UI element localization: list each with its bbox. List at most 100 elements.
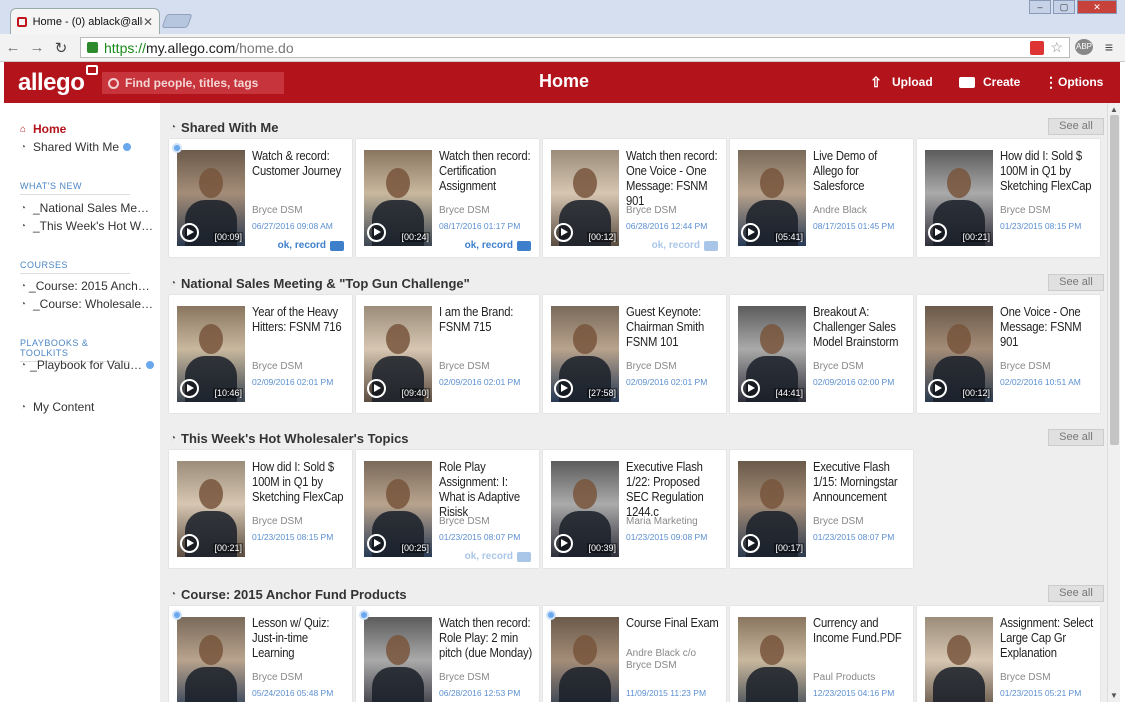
ok-record-button[interactable]: ok, record [465,551,531,562]
card-author[interactable]: Bryce DSM [813,361,864,372]
card-title[interactable]: Executive Flash 1/15: Morningstar Announ… [813,460,908,505]
video-thumbnail[interactable]: [00:17] [738,461,806,557]
content-card[interactable]: [05:41] Live Demo of Allego for Salesforc… [730,139,913,257]
card-author[interactable]: Bryce DSM [1000,361,1051,372]
section-title[interactable]: ◔ Shared With Me [170,120,278,135]
video-thumbnail[interactable]: [00:12] [925,306,993,402]
play-icon[interactable] [180,379,199,398]
content-card[interactable]: [00:21] How did I: Sold $ 100M in Q1 by S… [169,450,352,568]
see-all-button[interactable]: See all [1048,585,1104,602]
sidebar-item-my-content[interactable]: ◔ My Content [20,400,154,414]
card-title[interactable]: One Voice - One Message: FSNM 901 [1000,305,1095,350]
ok-record-button[interactable]: ok, record [465,240,531,251]
sidebar-item-course-anchor[interactable]: ◔ _Course: 2015 Anch… [20,279,154,293]
card-author[interactable]: Andre Black c/o Bryce DSM [626,648,721,672]
card-title[interactable]: How did I: Sold $ 100M in Q1 by Sketchin… [252,460,347,505]
close-window-button[interactable]: ✕ [1077,0,1117,14]
card-author[interactable]: Bryce DSM [813,516,864,527]
content-card[interactable]: Currency and Income Fund.PDF Paul Product… [730,606,913,702]
video-thumbnail[interactable] [177,617,245,702]
menu-icon[interactable]: ≡ [1100,39,1118,55]
card-title[interactable]: Watch then record: Certification Assignm… [439,149,534,194]
card-author[interactable]: Bryce DSM [252,361,303,372]
play-icon[interactable] [367,379,386,398]
content-card[interactable]: Lesson w/ Quiz: Just-in-time Learning Bry… [169,606,352,702]
card-title[interactable]: Live Demo of Allego for Salesforce [813,149,908,194]
search-input[interactable]: Find people, titles, tags [102,72,284,94]
sidebar-item-national-sales[interactable]: ◔ _National Sales Me… [20,201,154,215]
play-icon[interactable] [180,223,199,242]
card-author[interactable]: Bryce DSM [439,672,490,683]
bookmark-star-icon[interactable]: ☆ [1050,39,1063,56]
card-title[interactable]: Year of the Heavy Hitters: FSNM 716 [252,305,347,335]
content-card[interactable]: [00:12] Watch then record: One Voice - On… [543,139,726,257]
card-author[interactable]: Bryce DSM [252,205,303,216]
content-card[interactable]: [27:58] Guest Keynote: Chairman Smith FSN… [543,295,726,413]
card-author[interactable]: Bryce DSM [626,361,677,372]
content-card[interactable]: [00:25] Role Play Assignment: I: What is … [356,450,539,568]
card-author[interactable]: Paul Products [813,672,875,683]
see-all-button[interactable]: See all [1048,429,1104,446]
see-all-button[interactable]: See all [1048,274,1104,291]
content-card[interactable]: [00:21] How did I: Sold $ 100M in Q1 by S… [917,139,1100,257]
video-thumbnail[interactable]: [00:09] [177,150,245,246]
video-thumbnail[interactable]: [27:58] [551,306,619,402]
see-all-button[interactable]: See all [1048,118,1104,135]
minimize-button[interactable]: ‒ [1029,0,1051,14]
content-card[interactable]: [10:46] Year of the Heavy Hitters: FSNM 7… [169,295,352,413]
card-title[interactable]: Watch then record: Role Play: 2 min pitc… [439,616,534,661]
maximize-button[interactable]: ▢ [1053,0,1075,14]
play-icon[interactable] [741,379,760,398]
video-thumbnail[interactable]: [00:21] [925,150,993,246]
content-card[interactable]: [44:41] Breakout A: Challenger Sales Mode… [730,295,913,413]
section-title[interactable]: ◔ Course: 2015 Anchor Fund Products [170,587,407,602]
play-icon[interactable] [554,379,573,398]
scroll-up-icon[interactable]: ▲ [1110,105,1118,114]
card-author[interactable]: Andre Black [813,205,867,216]
play-icon[interactable] [928,379,947,398]
allego-logo[interactable]: allego [18,64,99,97]
options-button[interactable]: ⋮ Options [1044,75,1103,89]
sidebar-item-shared[interactable]: ◔ Shared With Me [20,140,154,154]
sidebar-item-course-wholesale[interactable]: ◔ _Course: Wholesale… [20,297,154,311]
play-icon[interactable] [180,534,199,553]
play-icon[interactable] [367,223,386,242]
card-author[interactable]: Maria Marketing [626,516,698,527]
card-title[interactable]: I am the Brand: FSNM 715 [439,305,534,335]
scrollbar-thumb[interactable] [1110,115,1119,445]
card-title[interactable]: How did I: Sold $ 100M in Q1 by Sketchin… [1000,149,1095,194]
new-tab-button[interactable] [161,14,193,28]
video-thumbnail[interactable] [551,617,619,702]
scrollbar[interactable]: ▲ ▼ [1107,103,1120,702]
section-title[interactable]: ◔ National Sales Meeting & "Top Gun Chall… [170,276,470,291]
card-title[interactable]: Role Play Assignment: I: What is Adaptiv… [439,460,534,520]
create-button[interactable]: Create [959,75,1020,89]
play-icon[interactable] [367,534,386,553]
video-thumbnail[interactable] [738,617,806,702]
card-title[interactable]: Lesson w/ Quiz: Just-in-time Learning [252,616,347,661]
video-thumbnail[interactable]: [00:24] [364,150,432,246]
play-icon[interactable] [554,223,573,242]
card-author[interactable]: Bryce DSM [626,205,677,216]
card-author[interactable]: Bryce DSM [252,672,303,683]
card-title[interactable]: Watch then record: One Voice - One Messa… [626,149,721,209]
content-card[interactable]: [09:40] I am the Brand: FSNM 715 Bryce DSM… [356,295,539,413]
card-author[interactable]: Bryce DSM [1000,205,1051,216]
video-thumbnail[interactable]: [00:39] [551,461,619,557]
content-card[interactable]: [00:12] One Voice - One Message: FSNM 901… [917,295,1100,413]
ok-record-button[interactable]: ok, record [652,240,718,251]
video-thumbnail[interactable]: [00:12] [551,150,619,246]
card-author[interactable]: Bryce DSM [439,516,490,527]
content-card[interactable]: [00:09] Watch & record: Customer Journey B… [169,139,352,257]
forward-arrow-icon[interactable]: → [26,39,48,56]
content-card[interactable]: Watch then record: Role Play: 2 min pitc… [356,606,539,702]
sidebar-item-home[interactable]: ⌂ Home [20,122,154,136]
address-bar[interactable]: https:// my.allego.com /home.do ☆ [80,37,1070,58]
video-thumbnail[interactable]: [00:25] [364,461,432,557]
upload-button[interactable]: ⇧ Upload [868,75,933,89]
sidebar-item-playbook[interactable]: ◔ _Playbook for Valu… [20,358,154,372]
card-title[interactable]: Executive Flash 1/22: Proposed SEC Regul… [626,460,721,520]
video-thumbnail[interactable]: [10:46] [177,306,245,402]
card-title[interactable]: Watch & record: Customer Journey [252,149,347,179]
section-title[interactable]: ◔ This Week's Hot Wholesaler's Topics [170,431,409,446]
